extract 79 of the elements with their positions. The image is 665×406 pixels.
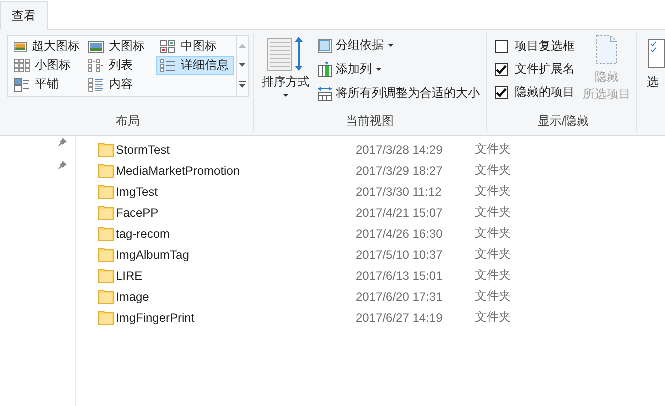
folder-icon <box>98 142 114 156</box>
file-name[interactable]: Image <box>116 290 356 304</box>
view-tab[interactable]: 查看 <box>0 1 48 30</box>
folder-icon <box>98 248 114 262</box>
file-type: 文件夹 <box>475 246 511 263</box>
list-icon <box>88 58 104 72</box>
file-type: 文件夹 <box>475 204 511 221</box>
image-icon <box>14 40 27 54</box>
file-type: 文件夹 <box>475 141 511 158</box>
modified-date: 2017/6/27 14:19 <box>356 310 444 324</box>
layout-option[interactable]: 大图标 <box>84 37 156 56</box>
file-type: 文件夹 <box>475 225 511 242</box>
file-name[interactable]: ImgTest <box>116 184 356 198</box>
grid-icon <box>14 58 30 72</box>
layout-option[interactable]: 平铺 <box>10 75 84 94</box>
modified-date: 2017/6/13 15:01 <box>356 268 444 282</box>
layout-option[interactable]: 内容 <box>84 75 156 94</box>
scroll-down-icon[interactable] <box>238 62 247 68</box>
group-label: 布局 <box>115 113 141 130</box>
file-name[interactable]: MediaMarketPromotion <box>116 164 356 178</box>
folder-icon <box>98 290 114 304</box>
view-command[interactable]: 分组依据 <box>316 35 481 56</box>
group-label: 当前视图 <box>345 113 396 130</box>
folder-icon <box>98 310 114 324</box>
details-icon <box>160 58 176 72</box>
file-type: 文件夹 <box>475 267 511 284</box>
file-name[interactable]: ImgFingerPrint <box>116 310 356 324</box>
file-name[interactable]: StormTest <box>116 142 356 156</box>
group-label: 显示/隐藏 <box>536 113 590 130</box>
file-name[interactable]: FacePP <box>116 206 356 220</box>
file-name[interactable]: LIRE <box>116 268 356 282</box>
content-icon <box>88 78 104 92</box>
options-button[interactable]: 选 <box>636 30 665 135</box>
expand-gallery-icon[interactable] <box>238 81 247 90</box>
layout-option[interactable]: 小图标 <box>10 56 84 75</box>
modified-date: 2017/5/10 10:37 <box>356 248 444 262</box>
file-type: 文件夹 <box>475 288 511 305</box>
grid-icon <box>160 40 176 54</box>
image-icon <box>88 40 104 54</box>
table-icon <box>316 86 333 102</box>
file-name[interactable]: tag-recom <box>116 226 356 240</box>
modified-date: 2017/4/26 16:30 <box>356 226 444 240</box>
file-type: 文件夹 <box>475 162 511 179</box>
columns-icon <box>316 62 333 78</box>
pin-icon[interactable] <box>58 137 68 147</box>
sort-button[interactable]: 排序方式 <box>258 34 314 104</box>
sort-icon <box>266 36 306 72</box>
folder-icon <box>98 206 114 220</box>
caret-icon <box>386 43 395 48</box>
checkbox[interactable]: 隐藏的项目 <box>495 84 576 101</box>
tiles-icon <box>14 78 30 92</box>
file-type: 文件夹 <box>475 309 511 326</box>
modified-date: 2017/3/28 14:29 <box>356 142 444 156</box>
folder-icon <box>98 226 114 240</box>
folder-icon <box>98 184 114 198</box>
layout-option[interactable]: 列表 <box>84 56 156 75</box>
check-icon <box>496 64 508 74</box>
checkbox[interactable]: 项目复选框 <box>495 38 576 55</box>
caret-icon <box>374 67 383 72</box>
square-icon <box>316 38 333 54</box>
modified-date: 2017/6/20 17:31 <box>356 290 444 304</box>
document-icon <box>595 35 620 65</box>
caret-icon <box>282 93 290 98</box>
scroll-up-icon[interactable] <box>238 42 247 49</box>
modified-date: 2017/3/29 18:27 <box>356 164 444 178</box>
folder-icon <box>98 268 114 282</box>
view-command[interactable]: 添加列 <box>316 59 481 80</box>
folder-icon <box>98 164 114 178</box>
file-type: 文件夹 <box>475 183 511 200</box>
check-icon <box>496 88 508 98</box>
checkbox[interactable]: 文件扩展名 <box>495 61 576 78</box>
pin-icon[interactable] <box>58 160 68 170</box>
modified-date: 2017/3/30 11:12 <box>356 184 443 198</box>
view-command[interactable]: 将所有列调整为合适的大小 <box>316 83 481 104</box>
layout-option[interactable]: 中图标 <box>156 37 234 56</box>
file-name[interactable]: ImgAlbumTag <box>116 248 356 262</box>
modified-date: 2017/4/21 15:07 <box>356 206 444 220</box>
layout-option[interactable]: 详细信息 <box>156 56 234 75</box>
layout-option[interactable]: 超大图标 <box>10 37 84 56</box>
